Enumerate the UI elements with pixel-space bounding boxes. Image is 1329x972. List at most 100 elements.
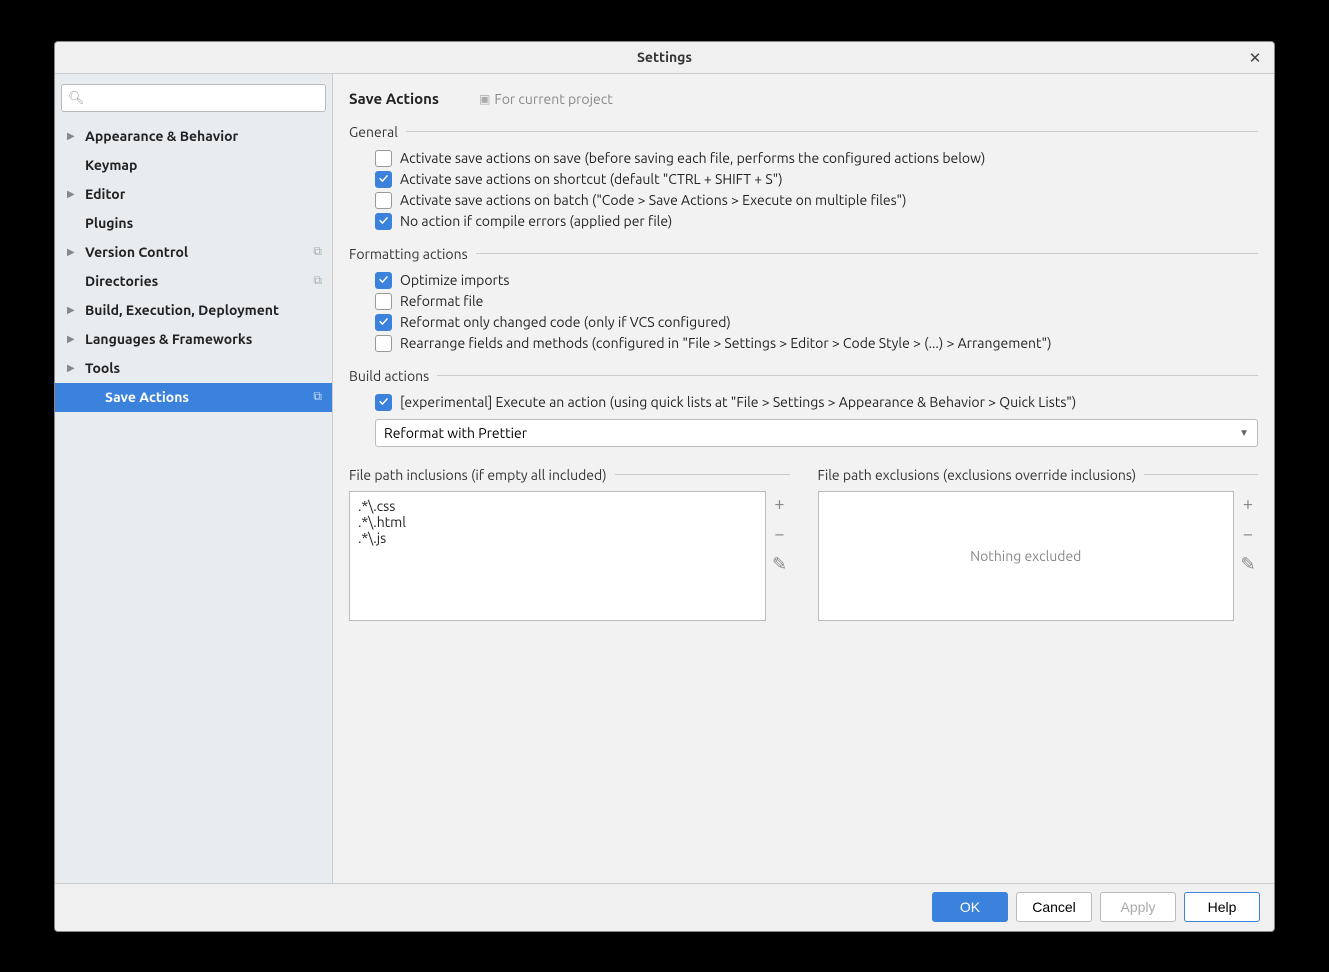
formatting-checkbox-0[interactable] [375, 272, 392, 289]
sidebar-item-label: Keymap [85, 157, 137, 173]
search-wrap: 🔍︎ [55, 80, 332, 118]
sidebar-item-label: Editor [85, 186, 125, 202]
sidebar-item-version-control[interactable]: ▶Version Control⧉ [55, 238, 332, 267]
inclusion-item[interactable]: .*\.css [358, 498, 757, 514]
sidebar-item-label: Build, Execution, Deployment [85, 302, 279, 318]
inclusion-item[interactable]: .*\.html [358, 514, 757, 530]
sidebar-item-label: Plugins [85, 215, 133, 231]
formatting-checkbox-3[interactable] [375, 335, 392, 352]
sidebar-item-editor[interactable]: ▶ Editor [55, 180, 332, 209]
sidebar-item-build-execution-deployment[interactable]: ▶ Build, Execution, Deployment [55, 296, 332, 325]
settings-window: Settings ✕ 🔍︎ ▶Appearance & Behavior▶Key… [54, 41, 1275, 932]
exclusions-title: File path exclusions (exclusions overrid… [818, 467, 1259, 483]
edit-icon[interactable]: ✎ [770, 555, 790, 575]
content: 🔍︎ ▶Appearance & Behavior▶Keymap▶Editor▶… [55, 74, 1274, 883]
remove-icon[interactable]: − [770, 525, 790, 545]
formatting-row-0: Optimize imports [349, 270, 1258, 291]
group-title-formatting: Formatting actions [349, 246, 1258, 262]
exclusions-group: File path exclusions (exclusions overrid… [818, 467, 1259, 621]
chevron-right-icon: ▶ [67, 304, 79, 316]
inclusions-title: File path inclusions (if empty all inclu… [349, 467, 790, 483]
formatting-row-2: Reformat only changed code (only if VCS … [349, 312, 1258, 333]
titlebar: Settings ✕ [55, 42, 1274, 74]
general-checkbox-0[interactable] [375, 150, 392, 167]
group-formatting: Formatting actions Optimize imports Refor… [349, 246, 1258, 354]
build-action-row: [experimental] Execute an action (using … [349, 392, 1258, 413]
sidebar-item-languages-frameworks[interactable]: ▶ Languages & Frameworks [55, 325, 332, 354]
chevron-right-icon: ▶ [67, 188, 79, 200]
inclusions-group: File path inclusions (if empty all inclu… [349, 467, 790, 621]
group-general: General Activate save actions on save (b… [349, 124, 1258, 232]
page-title: Save Actions [349, 90, 439, 107]
exclusions-buttons: + − ✎ [1238, 491, 1258, 621]
exclusions-body: Nothing excluded + − ✎ [818, 491, 1259, 621]
edit-icon[interactable]: ✎ [1238, 555, 1258, 575]
help-button[interactable]: Help [1184, 892, 1260, 922]
close-icon[interactable]: ✕ [1246, 49, 1264, 67]
sidebar-item-label: Appearance & Behavior [85, 128, 238, 144]
build-action-checkbox[interactable] [375, 394, 392, 411]
chevron-right-icon: ▶ [67, 333, 79, 345]
settings-tree: ▶Appearance & Behavior▶Keymap▶Editor▶Plu… [55, 118, 332, 412]
chevron-down-icon: ▼ [1239, 427, 1249, 439]
general-row-3: No action if compile errors (applied per… [349, 211, 1258, 232]
add-icon[interactable]: + [1238, 495, 1258, 515]
general-checkbox-3[interactable] [375, 213, 392, 230]
build-action-label: [experimental] Execute an action (using … [400, 394, 1076, 410]
inclusions-list[interactable]: .*\.css.*\.html.*\.js [349, 491, 766, 621]
sidebar: 🔍︎ ▶Appearance & Behavior▶Keymap▶Editor▶… [55, 74, 333, 883]
main-header: Save Actions ▣ For current project [349, 84, 1258, 114]
window-title: Settings [637, 49, 692, 65]
group-build: Build actions [experimental] Execute an … [349, 368, 1258, 453]
formatting-row-3: Rearrange fields and methods (configured… [349, 333, 1258, 354]
sidebar-item-plugins[interactable]: ▶Plugins [55, 209, 332, 238]
sidebar-item-label: Languages & Frameworks [85, 331, 252, 347]
scope-label: ▣ For current project [479, 91, 613, 107]
main-panel: Save Actions ▣ For current project Gener… [333, 74, 1274, 883]
general-label-0: Activate save actions on save (before sa… [400, 150, 985, 166]
chevron-right-icon: ▶ [67, 246, 79, 258]
formatting-label-0: Optimize imports [400, 272, 509, 288]
group-title-build: Build actions [349, 368, 1258, 384]
cancel-button[interactable]: Cancel [1016, 892, 1092, 922]
general-row-1: Activate save actions on shortcut (defau… [349, 169, 1258, 190]
project-icon: ▣ [479, 92, 490, 106]
general-checkbox-1[interactable] [375, 171, 392, 188]
exclusions-list[interactable]: Nothing excluded [818, 491, 1235, 621]
select-value: Reformat with Prettier [384, 425, 527, 441]
scope-text: For current project [494, 91, 612, 107]
chevron-right-icon: ▶ [67, 130, 79, 142]
sidebar-item-directories[interactable]: ▶Directories⧉ [55, 267, 332, 296]
inclusion-item[interactable]: .*\.js [358, 530, 757, 546]
formatting-row-1: Reformat file [349, 291, 1258, 312]
sidebar-item-label: Tools [85, 360, 120, 376]
project-scope-icon: ⧉ [313, 274, 322, 288]
sidebar-item-tools[interactable]: ▶ Tools [55, 354, 332, 383]
general-label-1: Activate save actions on shortcut (defau… [400, 171, 783, 187]
general-label-3: No action if compile errors (applied per… [400, 213, 672, 229]
general-checkbox-2[interactable] [375, 192, 392, 209]
search-input[interactable] [61, 84, 326, 112]
sidebar-item-keymap[interactable]: ▶Keymap [55, 151, 332, 180]
add-icon[interactable]: + [770, 495, 790, 515]
ok-button[interactable]: OK [932, 892, 1008, 922]
sidebar-item-label: Directories [85, 273, 158, 289]
search-icon: 🔍︎ [68, 91, 82, 105]
quick-list-select[interactable]: Reformat with Prettier ▼ [375, 419, 1258, 447]
group-title-general: General [349, 124, 1258, 140]
formatting-checkbox-2[interactable] [375, 314, 392, 331]
apply-button[interactable]: Apply [1100, 892, 1176, 922]
sidebar-item-appearance-behavior[interactable]: ▶ Appearance & Behavior [55, 122, 332, 151]
general-label-2: Activate save actions on batch ("Code > … [400, 192, 907, 208]
inclusions-buttons: + − ✎ [770, 491, 790, 621]
formatting-checkbox-1[interactable] [375, 293, 392, 310]
remove-icon[interactable]: − [1238, 525, 1258, 545]
chevron-right-icon: ▶ [67, 362, 79, 374]
project-scope-icon: ⧉ [313, 245, 322, 259]
sidebar-item-save-actions[interactable]: ▶Save Actions⧉ [55, 383, 332, 412]
project-scope-icon: ⧉ [313, 390, 322, 404]
sidebar-item-label: Save Actions [105, 389, 189, 405]
paths-row: File path inclusions (if empty all inclu… [349, 467, 1258, 621]
build-select-row: Reformat with Prettier ▼ [349, 413, 1258, 453]
general-row-2: Activate save actions on batch ("Code > … [349, 190, 1258, 211]
